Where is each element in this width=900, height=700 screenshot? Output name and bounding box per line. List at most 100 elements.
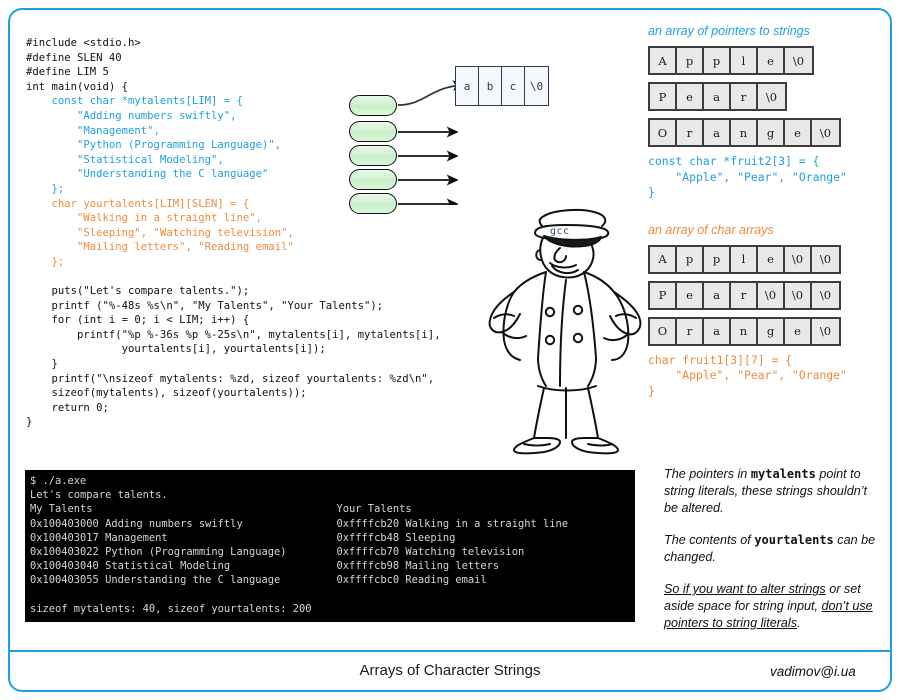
char-array-cell: a bbox=[704, 318, 731, 344]
pointer-array-cell: r bbox=[677, 120, 704, 145]
pointer-array-row-2: Or a n g e \0 bbox=[648, 118, 841, 147]
pointer-array-cell: \0 bbox=[812, 120, 839, 145]
page-title: Arrays of Character Strings bbox=[359, 662, 541, 679]
pointer-array-cell: e bbox=[677, 84, 704, 109]
slide-canvas: #include <stdio.h> #define SLEN 40 #define… bbox=[0, 0, 900, 700]
char-array-cell: \0 bbox=[758, 282, 785, 308]
code-line: puts("Let's compare talents."); bbox=[26, 284, 366, 299]
code-line: }; bbox=[26, 255, 366, 270]
source-code-block: #include <stdio.h> #define SLEN 40 #define… bbox=[26, 36, 441, 430]
pointer-array-cell: A bbox=[650, 48, 677, 73]
code-line: "Python (Programming Language)", bbox=[26, 138, 366, 153]
pointer-array-cell: a bbox=[704, 120, 731, 145]
code-span bbox=[26, 271, 32, 283]
terminal-output[interactable]: $ ./a.exe Let's compare talents. My Talent… bbox=[25, 470, 635, 622]
string-literal-cells: a b c \0 bbox=[455, 66, 549, 106]
note-yourtalents: The contents of yourtalents can be chang… bbox=[664, 532, 880, 566]
code-line: const char *mytalents[LIM] = { bbox=[26, 94, 366, 109]
char-array-row-1: Pe a r \0 \0 \0 bbox=[648, 280, 841, 310]
char-array-cell: A bbox=[650, 246, 677, 272]
note-span: The pointers in bbox=[664, 467, 751, 481]
pointer-array-cell: n bbox=[731, 120, 758, 145]
code-span: puts("Let's compare talents."); bbox=[26, 285, 250, 298]
code-span: printf("%p %-36s %p %-25s\n", mytalents[… bbox=[26, 328, 441, 341]
code-line: #define SLEN 40 bbox=[26, 51, 366, 66]
pointer-array-cell: e bbox=[758, 48, 785, 73]
string-char-cell-0: a bbox=[456, 67, 479, 105]
code-span: "Python (Programming Language)", bbox=[26, 139, 282, 152]
code-span: "Walking in a straight line", bbox=[26, 212, 262, 225]
code-span: printf("\nsizeof mytalents: %zd, sizeof … bbox=[26, 372, 435, 385]
pointer-slot-2 bbox=[349, 145, 397, 166]
char-array-cell: l bbox=[731, 246, 758, 272]
code-line: #define LIM 5 bbox=[26, 65, 366, 80]
gcc-policeman-illustration: gcc bbox=[488, 200, 648, 455]
pointer-array-cell: e bbox=[785, 120, 812, 145]
pointer-array-row-0: Ap p l e \0 bbox=[648, 46, 814, 75]
string-char-cell-2: c bbox=[502, 67, 525, 105]
policeman-svg bbox=[488, 208, 642, 455]
char-array-cell: p bbox=[677, 246, 704, 272]
terminal-line: Let's compare talents. bbox=[30, 489, 168, 502]
code-span: printf ("%-48s %s\n", "My Talents", "You… bbox=[26, 299, 384, 312]
code-line: printf("\nsizeof mytalents: %zd, sizeof … bbox=[26, 372, 435, 387]
code-line: } bbox=[26, 357, 366, 372]
code-line: "Walking in a straight line", bbox=[26, 211, 366, 226]
array-illustrations-column: an array of pointers to strings Ap p l e \0 P… bbox=[648, 24, 884, 399]
caption-pointers-to-strings: an array of pointers to strings bbox=[648, 24, 810, 38]
pointer-array-cell: \0 bbox=[785, 48, 812, 73]
pointer-array-cell: O bbox=[650, 120, 677, 145]
string-char-cell-3: \0 bbox=[529, 79, 544, 93]
terminal-line: 0x100403040 Statistical Modeling 0xffffc… bbox=[30, 560, 500, 573]
code-line bbox=[26, 270, 366, 285]
char-array-cell: e bbox=[677, 282, 704, 308]
char-array-cell: e bbox=[785, 318, 812, 344]
pointer-array-cell: r bbox=[731, 84, 758, 109]
code-span: "Mailing letters", "Reading email" bbox=[26, 241, 294, 254]
char-array-cell: n bbox=[731, 318, 758, 344]
char-array-cell: r bbox=[677, 318, 704, 344]
fruit1-declaration: char fruit1[3][7] = { "Apple", "Pear", "… bbox=[648, 352, 847, 398]
fruit2-declaration: const char *fruit2[3] = { "Apple", "Pear… bbox=[648, 154, 847, 199]
pointer-array-cell: \0 bbox=[758, 84, 785, 109]
code-span: yourtalents[i], yourtalents[i]); bbox=[26, 343, 326, 356]
note-span: yourtalents bbox=[754, 533, 834, 547]
note-mytalents: The pointers in mytalents point to strin… bbox=[664, 466, 880, 517]
code-line: char yourtalents[LIM][SLEN] = { bbox=[26, 197, 366, 212]
code-line: printf("%p %-36s %p %-25s\n", mytalents[… bbox=[26, 328, 441, 343]
code-span: int main(void) { bbox=[26, 80, 129, 93]
code-line: for (int i = 0; i < LIM; i++) { bbox=[26, 313, 366, 328]
code-line: "Adding numbers swiftly", bbox=[26, 109, 366, 124]
pointer-array-cell: P bbox=[650, 84, 677, 109]
pointer-array-cell: l bbox=[731, 48, 758, 73]
code-line: #include <stdio.h> bbox=[26, 36, 366, 51]
note-span: The contents of bbox=[664, 533, 755, 547]
gcc-cap-label: gcc bbox=[550, 226, 570, 237]
pointer-array-cell-rows: Ap p l e \0 Pe a r \0 Or a n g e \0 bbox=[648, 46, 884, 147]
explanatory-notes: The pointers in mytalents point to strin… bbox=[664, 466, 880, 647]
pointer-array-cell: p bbox=[704, 48, 731, 73]
char-array-cell: \0 bbox=[785, 246, 812, 272]
note-span: . bbox=[797, 616, 801, 630]
char-array-cell: \0 bbox=[812, 246, 839, 272]
code-span: #include <stdio.h> bbox=[26, 37, 141, 49]
code-line: int main(void) { bbox=[26, 80, 366, 95]
code-line: } bbox=[26, 415, 366, 430]
note-advice: So if you want to alter strings or set a… bbox=[664, 581, 880, 632]
char-array-row-0: Ap p l e \0 \0 bbox=[648, 244, 841, 274]
code-span: char yourtalents[LIM][SLEN] = { bbox=[26, 197, 250, 210]
pointer-array-row-1: Pe a r \0 bbox=[648, 82, 787, 111]
code-span: return 0; bbox=[26, 401, 109, 414]
caption-char-arrays: an array of char arrays bbox=[648, 222, 774, 237]
terminal-line: My Talents Your Talents bbox=[30, 503, 412, 516]
code-span: sizeof(mytalents), sizeof(yourtalents)); bbox=[26, 387, 307, 400]
terminal-line: 0x100403017 Management 0xffffcb48 Sleepi… bbox=[30, 531, 456, 544]
code-span: "Understanding the C language" bbox=[26, 168, 269, 181]
code-line: printf ("%-48s %s\n", "My Talents", "You… bbox=[26, 299, 384, 314]
char-array-cell: \0 bbox=[812, 318, 839, 344]
code-span: }; bbox=[26, 182, 65, 195]
code-line: }; bbox=[26, 182, 366, 197]
char-array-cell: O bbox=[650, 318, 677, 344]
code-span: const char *mytalents[LIM] = { bbox=[26, 95, 243, 108]
